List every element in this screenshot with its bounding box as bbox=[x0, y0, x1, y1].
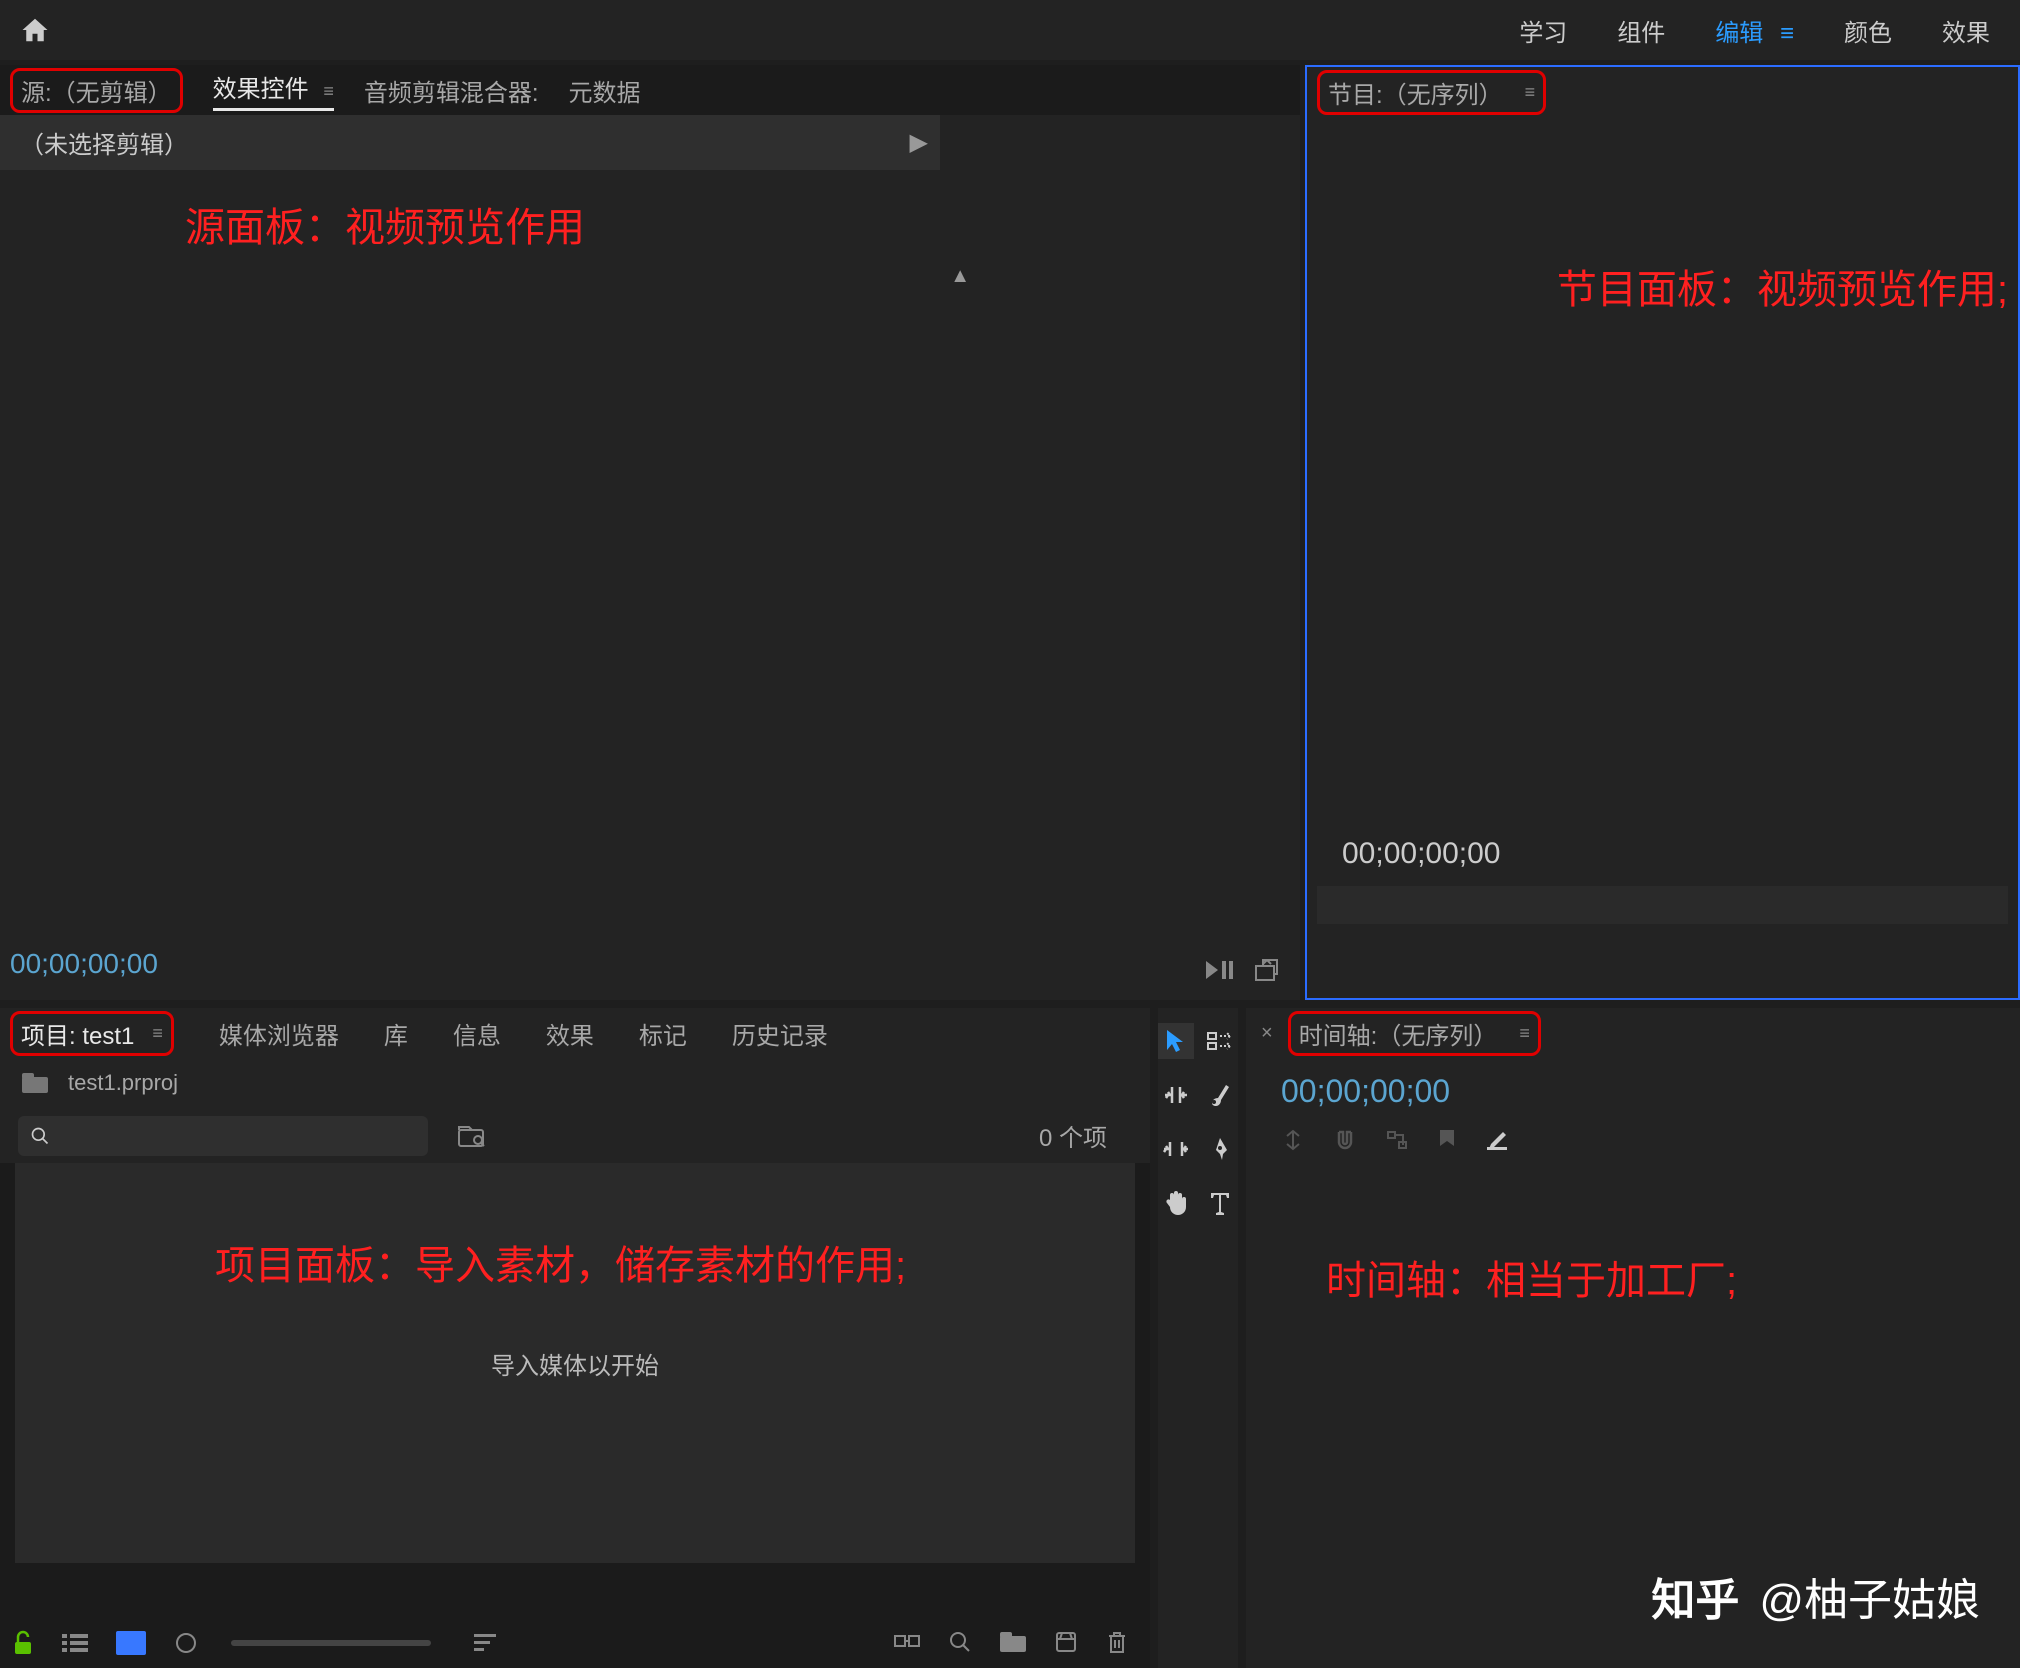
snap-icon[interactable] bbox=[1281, 1128, 1305, 1152]
project-menu-icon[interactable]: ≡ bbox=[152, 1023, 163, 1044]
annotation-timeline: 时间轴：相当于加工厂; bbox=[1326, 1248, 1737, 1306]
source-panel: 源:（无剪辑） 效果控件 ≡ 音频剪辑混合器: 元数据 （未选择剪辑） ▶ ▲ … bbox=[0, 65, 1300, 1000]
zhihu-logo: 知乎 bbox=[1651, 1564, 1739, 1628]
chevron-up-icon[interactable]: ▲ bbox=[950, 265, 970, 288]
tab-project-label: 项目: test1 bbox=[21, 1016, 134, 1051]
sort-icon[interactable] bbox=[474, 1632, 500, 1654]
play-icon[interactable]: ▶ bbox=[910, 128, 928, 157]
trash-icon[interactable] bbox=[1106, 1630, 1128, 1656]
list-view-icon[interactable] bbox=[62, 1632, 88, 1654]
program-menu-icon[interactable]: ≡ bbox=[1525, 82, 1536, 103]
hand-tool-icon[interactable] bbox=[1158, 1185, 1194, 1221]
tab-history[interactable]: 历史记录 bbox=[732, 1016, 828, 1051]
annotation-project: 项目面板：导入素材，储存素材的作用; bbox=[215, 1233, 906, 1291]
marker-icon[interactable] bbox=[1437, 1128, 1457, 1152]
tab-effects[interactable]: 效果 bbox=[546, 1016, 594, 1051]
tab-metadata[interactable]: 元数据 bbox=[569, 73, 641, 108]
program-panel: 节目:（无序列） ≡ 节目面板：视频预览作用; 00;00;00;00 bbox=[1305, 65, 2020, 1000]
workspace-tab-effects[interactable]: 效果 bbox=[1942, 13, 1990, 48]
project-panel: 项目: test1 ≡ 媒体浏览器 库 信息 效果 标记 历史记录 test1.… bbox=[0, 1008, 1150, 1668]
project-bottom-icons bbox=[12, 1630, 1138, 1656]
project-search-row: 0 个项 bbox=[0, 1108, 1150, 1163]
automate-icon[interactable] bbox=[894, 1630, 920, 1656]
program-timecode[interactable]: 00;00;00;00 bbox=[1342, 837, 2018, 871]
selection-tool-icon[interactable] bbox=[1158, 1023, 1194, 1059]
annotation-program: 节目面板：视频预览作用; bbox=[1557, 257, 2008, 315]
timeline-tabs: × 时间轴:（无序列） ≡ bbox=[1246, 1008, 2020, 1058]
tab-program[interactable]: 节目:（无序列） ≡ bbox=[1317, 70, 1546, 115]
source-controls bbox=[1206, 958, 1280, 982]
find-icon[interactable] bbox=[948, 1630, 972, 1656]
folder-search-icon[interactable] bbox=[458, 1125, 486, 1147]
workspace-menu-icon[interactable]: ≡ bbox=[1780, 20, 1794, 47]
type-tool-icon[interactable] bbox=[1202, 1185, 1238, 1221]
source-status-row: （未选择剪辑） ▶ bbox=[0, 115, 940, 170]
tab-project[interactable]: 项目: test1 ≡ bbox=[10, 1011, 174, 1056]
source-status-text: （未选择剪辑） bbox=[20, 125, 188, 160]
timeline-timecode[interactable]: 00;00;00;00 bbox=[1281, 1073, 2020, 1110]
lock-icon[interactable] bbox=[12, 1630, 34, 1656]
timeline-icons bbox=[1281, 1128, 2020, 1152]
bin-icon[interactable] bbox=[22, 1073, 48, 1093]
upper-row: 源:（无剪辑） 效果控件 ≡ 音频剪辑混合器: 元数据 （未选择剪辑） ▶ ▲ … bbox=[0, 60, 2020, 1000]
pen-tool-icon[interactable] bbox=[1202, 1131, 1238, 1167]
program-timeline-bar[interactable] bbox=[1317, 886, 2008, 924]
tab-timeline[interactable]: 时间轴:（无序列） ≡ bbox=[1288, 1011, 1541, 1056]
new-item-icon[interactable] bbox=[1054, 1630, 1078, 1656]
export-frame-icon[interactable] bbox=[1254, 958, 1280, 982]
panel-menu-icon[interactable]: ≡ bbox=[323, 81, 334, 101]
tab-program-label: 节目:（无序列） bbox=[1328, 75, 1503, 110]
workspace-tab-learn[interactable]: 学习 bbox=[1519, 13, 1567, 48]
watermark-author: @柚子姑娘 bbox=[1759, 1564, 1980, 1628]
watermark: 知乎 @柚子姑娘 bbox=[1651, 1564, 1980, 1628]
settings-icon[interactable] bbox=[1485, 1128, 1509, 1152]
razor-tool-icon[interactable] bbox=[1202, 1077, 1238, 1113]
workspace-tabs: 学习 组件 编辑 ≡ 颜色 效果 bbox=[1519, 0, 2020, 60]
close-icon[interactable]: × bbox=[1261, 1022, 1273, 1045]
project-file-name: test1.prproj bbox=[68, 1070, 178, 1096]
workspace-tab-edit[interactable]: 编辑 ≡ bbox=[1715, 13, 1794, 48]
tab-source[interactable]: 源:（无剪辑） bbox=[10, 68, 183, 113]
source-tabs: 源:（无剪辑） 效果控件 ≡ 音频剪辑混合器: 元数据 bbox=[0, 65, 1300, 115]
track-select-icon[interactable] bbox=[1202, 1023, 1238, 1059]
workspace-tab-edit-label: 编辑 bbox=[1715, 20, 1763, 47]
tab-timeline-label: 时间轴:（无序列） bbox=[1299, 1016, 1498, 1051]
zoom-slider[interactable] bbox=[231, 1640, 431, 1646]
import-hint: 导入媒体以开始 bbox=[491, 1346, 659, 1381]
new-bin-icon[interactable] bbox=[1000, 1630, 1026, 1656]
project-tabs: 项目: test1 ≡ 媒体浏览器 库 信息 效果 标记 历史记录 bbox=[0, 1008, 1150, 1058]
tab-library[interactable]: 库 bbox=[384, 1016, 408, 1051]
freeform-view-icon[interactable] bbox=[174, 1631, 198, 1655]
project-body[interactable]: 项目面板：导入素材，储存素材的作用; 导入媒体以开始 bbox=[15, 1163, 1135, 1563]
workspace-tab-color[interactable]: 颜色 bbox=[1844, 13, 1892, 48]
tools-column bbox=[1158, 1008, 1238, 1668]
tab-audio-mixer[interactable]: 音频剪辑混合器: bbox=[364, 73, 539, 108]
program-tabs: 节目:（无序列） ≡ bbox=[1307, 67, 2018, 117]
source-timecode[interactable]: 00;00;00;00 bbox=[10, 948, 158, 980]
project-file-row: test1.prproj bbox=[0, 1058, 1150, 1108]
workspace-tab-assembly[interactable]: 组件 bbox=[1617, 13, 1665, 48]
linked-selection-icon[interactable] bbox=[1385, 1128, 1409, 1152]
search-input[interactable] bbox=[18, 1116, 428, 1156]
home-icon[interactable] bbox=[20, 15, 50, 45]
tab-markers[interactable]: 标记 bbox=[639, 1016, 687, 1051]
timeline-menu-icon[interactable]: ≡ bbox=[1519, 1023, 1530, 1044]
annotation-source: 源面板：视频预览作用 bbox=[185, 195, 585, 253]
tab-effect-controls[interactable]: 效果控件 ≡ bbox=[213, 69, 334, 111]
magnet-icon[interactable] bbox=[1333, 1128, 1357, 1152]
tab-effect-controls-label: 效果控件 bbox=[213, 76, 309, 103]
play-stop-icon[interactable] bbox=[1206, 958, 1234, 982]
slip-tool-icon[interactable] bbox=[1158, 1131, 1194, 1167]
search-icon bbox=[30, 1126, 50, 1146]
ripple-edit-icon[interactable] bbox=[1158, 1077, 1194, 1113]
tab-info[interactable]: 信息 bbox=[453, 1016, 501, 1051]
icon-view-icon[interactable] bbox=[116, 1631, 146, 1655]
top-bar: 学习 组件 编辑 ≡ 颜色 效果 bbox=[0, 0, 2020, 60]
item-count: 0 个项 bbox=[1039, 1118, 1107, 1153]
tab-media-browser[interactable]: 媒体浏览器 bbox=[219, 1016, 339, 1051]
